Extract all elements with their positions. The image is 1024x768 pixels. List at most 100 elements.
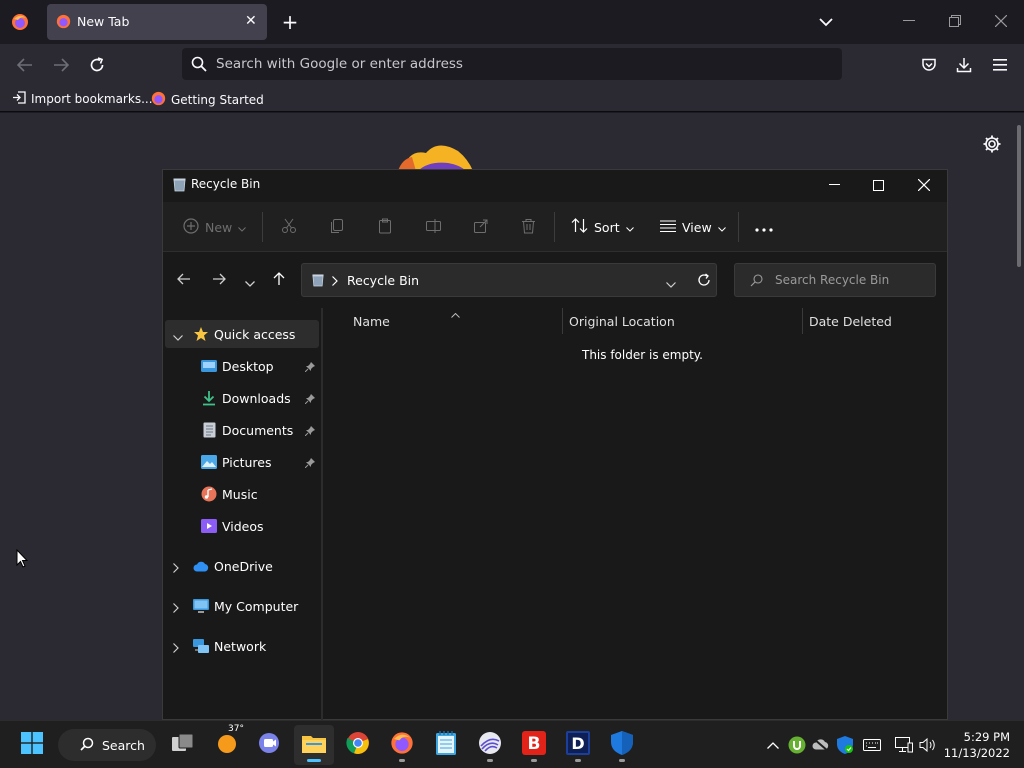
address-bar[interactable]: Recycle Bin <box>301 263 717 297</box>
downloads-icon[interactable] <box>953 54 975 76</box>
network-monitor-icon[interactable] <box>894 735 914 755</box>
recent-locations-chevron-icon[interactable] <box>245 276 255 291</box>
chevron-right-icon[interactable] <box>173 561 179 576</box>
sidebar-item-documents[interactable]: Documents <box>165 416 319 444</box>
page-scrollbar[interactable] <box>1017 125 1021 267</box>
taskbar-notepad[interactable] <box>426 725 466 765</box>
forward-arrow-icon[interactable] <box>50 54 72 76</box>
taskbar-clock[interactable]: 5:29 PM 11/13/2022 <box>944 729 1010 761</box>
taskbar-file-explorer[interactable] <box>294 725 334 765</box>
cut-button[interactable] <box>281 202 297 252</box>
column-header-date-deleted[interactable]: Date Deleted <box>809 314 892 329</box>
taskbar-search-button[interactable]: Search <box>58 729 156 761</box>
sidebar-item-videos[interactable]: Videos <box>165 512 319 540</box>
music-icon <box>201 486 217 502</box>
navigation-pane: Quick access Desktop Downloads Documents… <box>163 318 321 720</box>
back-arrow-icon[interactable] <box>14 54 36 76</box>
sidebar-divider[interactable] <box>321 308 323 720</box>
copy-button[interactable] <box>329 202 345 252</box>
close-tab-icon[interactable]: ✕ <box>245 13 257 29</box>
keyboard-icon[interactable] <box>862 735 882 755</box>
taskbar-chrome[interactable] <box>338 725 378 765</box>
onedrive-offline-tray-icon[interactable] <box>811 735 831 755</box>
pin-icon[interactable] <box>304 424 315 439</box>
svg-text:D: D <box>571 734 584 753</box>
forward-arrow-icon[interactable] <box>212 273 226 289</box>
paste-button[interactable] <box>377 202 393 252</box>
sidebar-item-desktop[interactable]: Desktop <box>165 352 319 380</box>
restore-icon[interactable] <box>946 12 964 30</box>
speaker-volume-icon[interactable] <box>918 735 938 755</box>
pin-icon[interactable] <box>304 392 315 407</box>
explorer-minimize-icon[interactable] <box>811 170 857 200</box>
download-arrow-icon <box>201 390 217 406</box>
sidebar-item-label: Pictures <box>222 454 272 470</box>
sidebar-item-onedrive[interactable]: OneDrive <box>165 552 319 580</box>
up-arrow-icon[interactable] <box>273 272 285 290</box>
refresh-icon[interactable] <box>697 273 711 291</box>
chevron-right-icon[interactable] <box>173 641 179 656</box>
column-separator[interactable] <box>802 308 803 334</box>
taskbar-firefox[interactable] <box>382 725 422 765</box>
breadcrumb-recycle-bin[interactable]: Recycle Bin <box>347 273 419 288</box>
hamburger-menu-icon[interactable] <box>989 54 1011 76</box>
sidebar-item-downloads[interactable]: Downloads <box>165 384 319 412</box>
start-button[interactable] <box>12 725 52 765</box>
star-icon <box>193 326 209 342</box>
minimize-icon[interactable] <box>900 12 918 30</box>
scissors-icon <box>281 218 297 237</box>
utorrent-tray-icon[interactable] <box>787 735 807 755</box>
new-tab-plus-icon[interactable]: + <box>280 10 300 34</box>
pin-icon[interactable] <box>304 456 315 471</box>
address-history-chevron-icon[interactable] <box>666 277 676 292</box>
taskbar-teams-chat[interactable] <box>250 725 290 765</box>
view-label: View <box>682 219 712 235</box>
explorer-maximize-icon[interactable] <box>855 170 901 200</box>
command-separator <box>262 212 263 242</box>
show-hidden-icons-chevron-icon[interactable] <box>763 735 783 755</box>
column-header-name[interactable]: Name <box>353 314 390 329</box>
delete-button[interactable] <box>521 202 536 252</box>
sidebar-item-label: OneDrive <box>214 558 273 574</box>
sidebar-item-music[interactable]: Music <box>165 480 319 508</box>
close-window-icon[interactable] <box>992 12 1010 30</box>
file-explorer-window: Recycle Bin New Sort View Recycle Bin Se… <box>162 169 948 720</box>
taskbar-task-view[interactable] <box>163 725 203 765</box>
tab-new-tab[interactable]: New Tab ✕ <box>47 4 267 40</box>
explorer-close-icon[interactable] <box>901 170 947 200</box>
firefox-menu-icon[interactable] <box>10 12 30 32</box>
search-recycle-bin-input[interactable]: Search Recycle Bin <box>734 263 936 297</box>
column-header-original-location[interactable]: Original Location <box>569 314 675 329</box>
more-dots-icon <box>755 220 773 235</box>
sidebar-item-my-computer[interactable]: My Computer <box>165 592 319 620</box>
import-icon <box>12 91 26 107</box>
new-button[interactable]: New <box>183 202 247 252</box>
taskbar-bitdefender[interactable]: B <box>514 725 554 765</box>
share-button[interactable] <box>473 202 489 252</box>
chevron-right-icon[interactable] <box>173 601 179 616</box>
chevron-down-icon[interactable] <box>173 329 183 344</box>
taskbar-windows-security[interactable] <box>602 725 642 765</box>
sidebar-item-pictures[interactable]: Pictures <box>165 448 319 476</box>
list-all-tabs-chevron-icon[interactable] <box>816 12 836 32</box>
sidebar-item-quick-access[interactable]: Quick access <box>165 320 319 348</box>
taskbar-vpn-app[interactable] <box>470 725 510 765</box>
rename-button[interactable] <box>425 202 442 252</box>
view-button[interactable]: View <box>660 202 726 252</box>
share-icon <box>473 218 489 237</box>
bookmark-import[interactable]: Import bookmarks... <box>12 91 153 107</box>
pin-icon[interactable] <box>304 360 315 375</box>
sort-button[interactable]: Sort <box>571 202 634 252</box>
pocket-icon[interactable] <box>918 54 940 76</box>
reload-icon[interactable] <box>86 54 108 76</box>
bookmark-getting-started[interactable]: Getting Started <box>151 91 264 109</box>
url-bar[interactable]: Search with Google or enter address <box>182 48 842 80</box>
breadcrumb-chevron-icon[interactable] <box>332 275 338 290</box>
more-options-button[interactable] <box>755 202 773 252</box>
taskbar-d-app[interactable]: D <box>558 725 598 765</box>
sidebar-item-network[interactable]: Network <box>165 632 319 660</box>
column-separator[interactable] <box>562 308 563 334</box>
security-tray-icon[interactable] <box>835 735 855 755</box>
back-arrow-icon[interactable] <box>177 273 191 289</box>
gear-icon[interactable] <box>982 134 1002 158</box>
